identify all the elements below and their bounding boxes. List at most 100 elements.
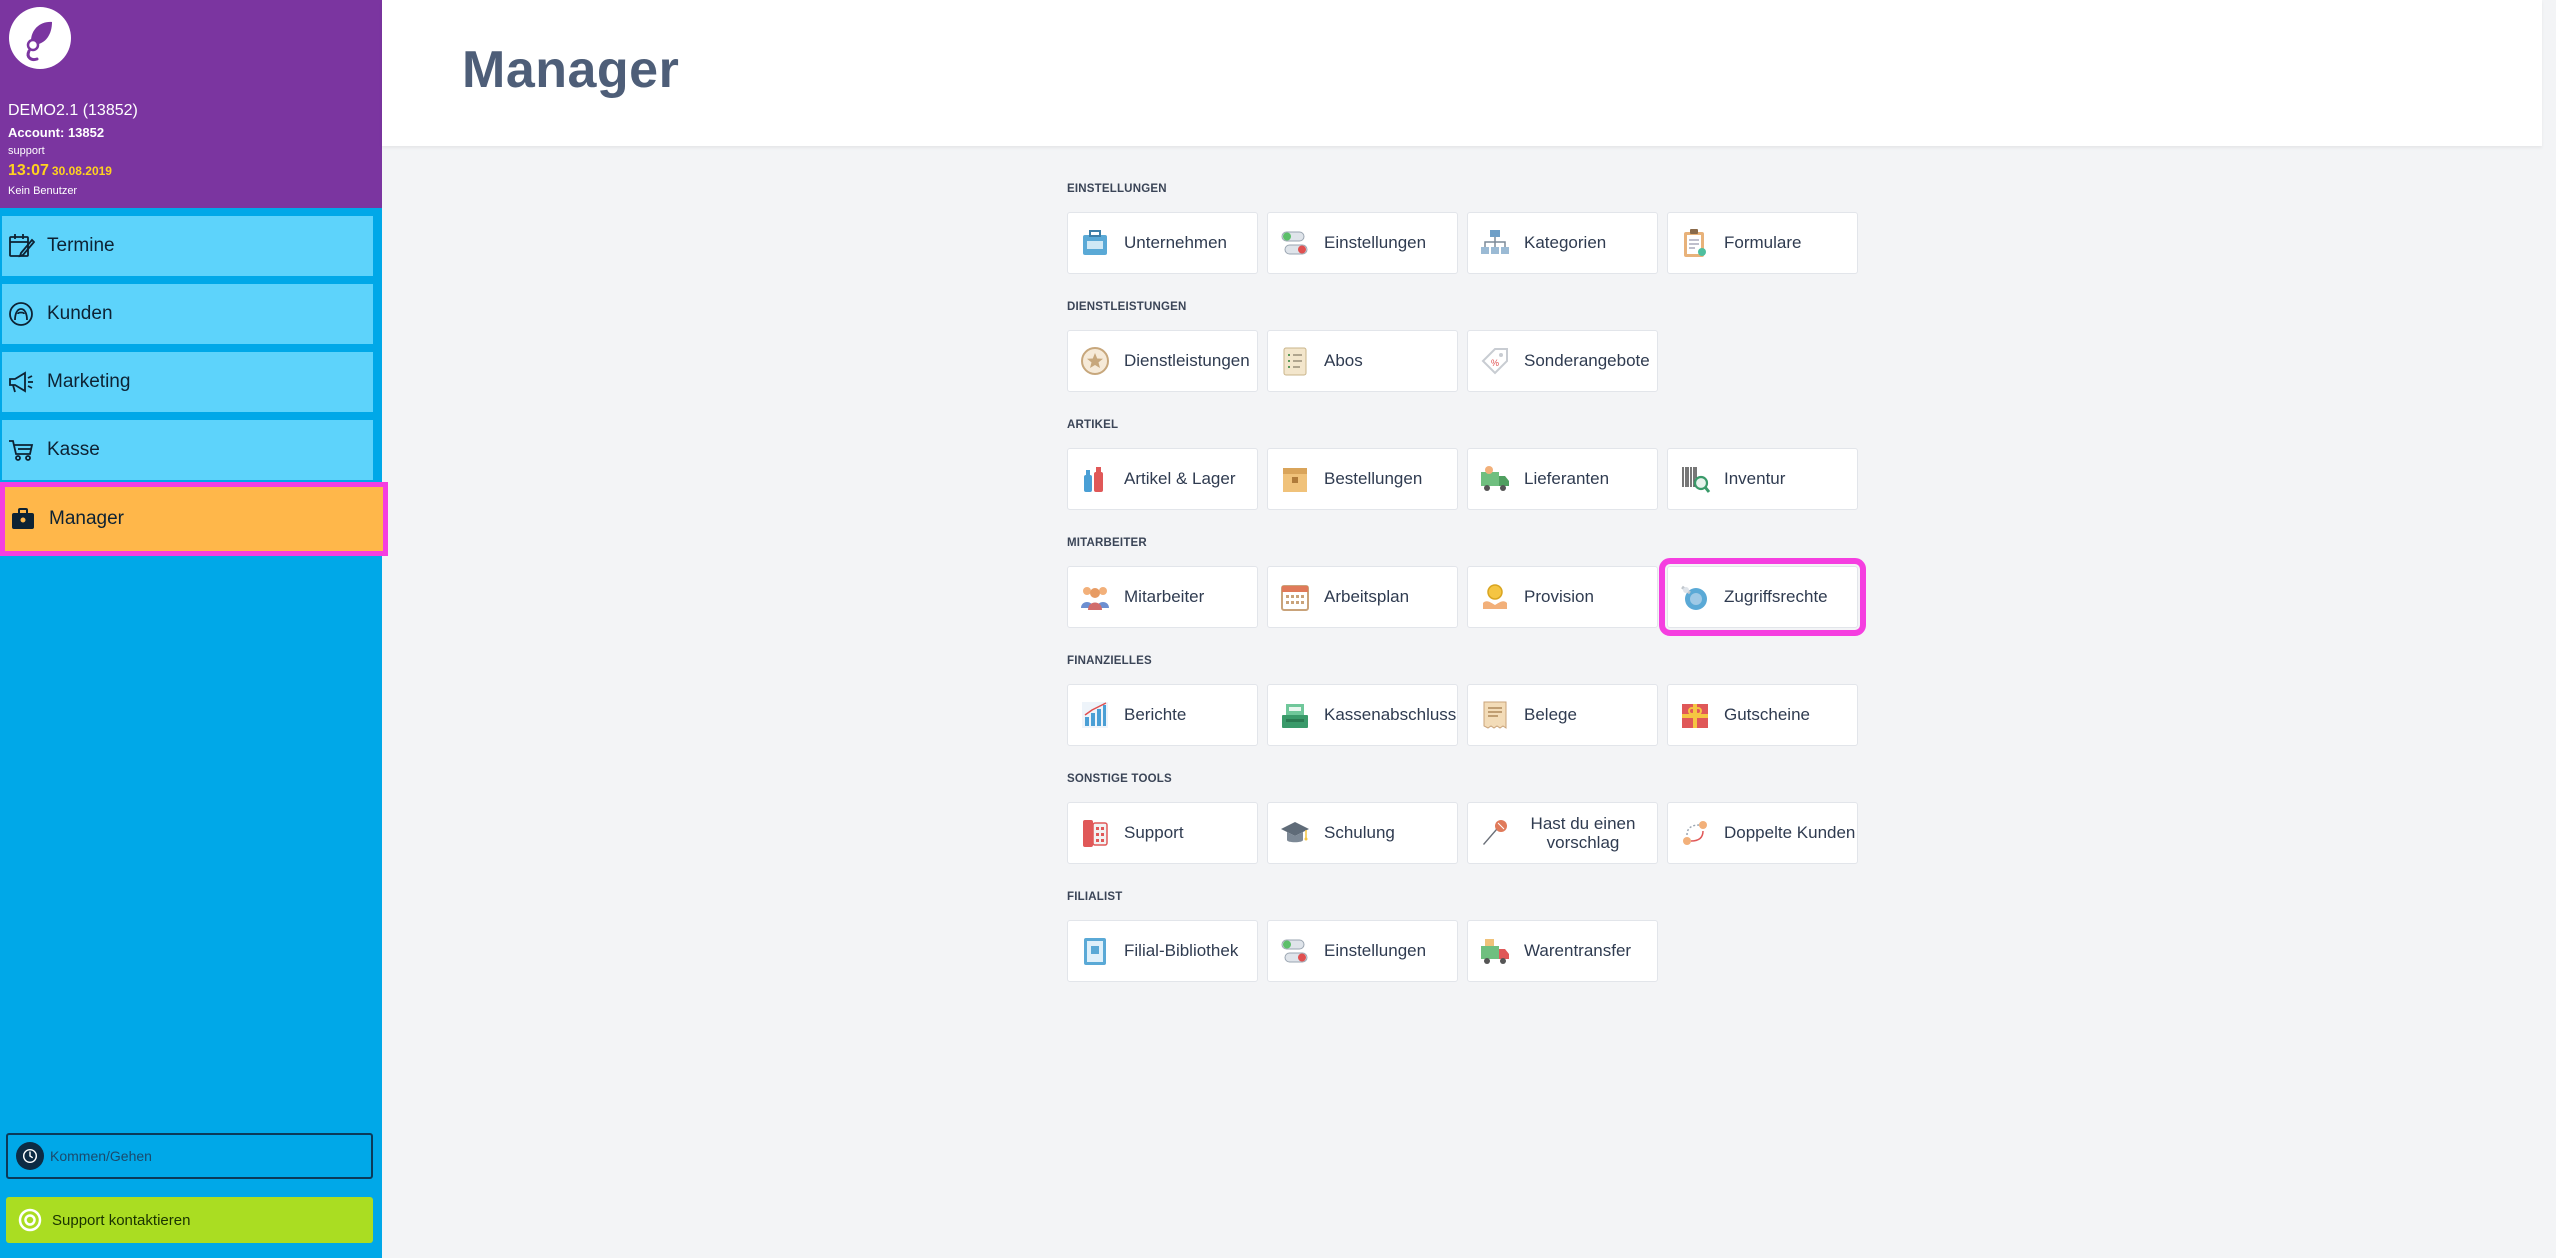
support-contact-label: Support kontaktieren	[52, 1211, 191, 1229]
tile-label: Belege	[1524, 705, 1577, 724]
page-title: Manager	[462, 41, 680, 99]
nav-label: Marketing	[47, 371, 131, 392]
tile-zugriffsrechte[interactable]: Zugriffsrechte	[1659, 558, 1866, 636]
manager-menu: EINSTELLUNGEN Unternehmen Einstellungen …	[1067, 182, 1867, 1008]
key-lock-icon	[1679, 581, 1711, 613]
tile-filial-bibliothek[interactable]: Filial-Bibliothek	[1067, 920, 1258, 982]
section-sonstige-tools: SONSTIGE TOOLS Support Schulung Hast du …	[1067, 772, 1867, 864]
nav-label: Kunden	[47, 303, 113, 324]
kommen-gehen-button[interactable]: Kommen/Gehen	[6, 1133, 373, 1179]
coin-hand-icon	[1479, 581, 1511, 613]
kommen-gehen-label: Kommen/Gehen	[50, 1148, 152, 1164]
nav-item-kunden[interactable]: Kunden	[2, 284, 373, 344]
tile-schulung[interactable]: Schulung	[1267, 802, 1458, 864]
tile-inventur[interactable]: Inventur	[1667, 448, 1858, 510]
hierarchy-icon	[1479, 227, 1511, 259]
tile-label: Unternehmen	[1124, 233, 1228, 252]
tile-belege[interactable]: Belege	[1467, 684, 1658, 746]
tile-label: Lieferanten	[1524, 469, 1610, 488]
customer-icon	[7, 300, 35, 328]
tile-label: Berichte	[1124, 705, 1187, 724]
tile-formulare[interactable]: Formulare	[1667, 212, 1858, 274]
sidebar: DEMO2.1 (13852) Account: 13852 support 1…	[0, 0, 388, 1258]
bottles-icon	[1079, 463, 1111, 495]
tile-label: Provision	[1524, 587, 1594, 606]
clock-icon	[16, 1142, 44, 1170]
tile-provision[interactable]: Provision	[1467, 566, 1658, 628]
gift-voucher-icon	[1679, 699, 1711, 731]
tile-bestellungen[interactable]: Bestellungen	[1267, 448, 1458, 510]
account-number: Account: 13852	[8, 125, 105, 140]
tile-kassenabschluss[interactable]: Kassenabschluss	[1267, 684, 1458, 746]
tile-einstellungen[interactable]: Einstellungen	[1267, 212, 1458, 274]
briefcase-icon	[9, 505, 37, 533]
tile-label: Bestellungen	[1324, 469, 1423, 488]
nav-item-marketing[interactable]: Marketing	[2, 352, 373, 412]
tile-arbeitsplan[interactable]: Arbeitsplan	[1267, 566, 1458, 628]
user-status: Kein Benutzer	[8, 185, 78, 197]
app-logo[interactable]	[9, 7, 71, 69]
tile-sonderangebote[interactable]: % Sonderangebote	[1467, 330, 1658, 392]
clock-date: 30.08.2019	[51, 164, 112, 178]
tile-filial-einstellungen[interactable]: Einstellungen	[1267, 920, 1458, 982]
current-login: support	[8, 145, 45, 157]
section-filialist: FILIALIST Filial-Bibliothek Einstellunge…	[1067, 890, 1867, 982]
tile-label: Gutscheine	[1724, 705, 1810, 724]
tile-label: Dienstleistungen	[1124, 351, 1250, 370]
section-title: DIENSTLEISTUNGEN	[1067, 301, 1187, 313]
tile-label: Arbeitsplan	[1324, 587, 1410, 606]
cash-register-icon	[1279, 699, 1311, 731]
tile-dienstleistungen[interactable]: Dienstleistungen	[1067, 330, 1258, 392]
toggles-icon	[1279, 227, 1311, 259]
tile-kategorien[interactable]: Kategorien	[1467, 212, 1658, 274]
tile-artikel-lager[interactable]: Artikel & Lager	[1067, 448, 1258, 510]
tile-vorschlag[interactable]: Hast du einen vorschlag	[1467, 802, 1658, 864]
library-icon	[1079, 935, 1111, 967]
nav-item-manager[interactable]: Manager	[0, 482, 388, 556]
tile-berichte[interactable]: Berichte	[1067, 684, 1258, 746]
section-dienstleistungen: DIENSTLEISTUNGEN Dienstleistungen Abos %…	[1067, 300, 1867, 392]
clock-time: 13:07	[8, 162, 49, 179]
tile-label: Kategorien	[1524, 233, 1607, 252]
nav-item-kasse[interactable]: Kasse	[2, 420, 373, 480]
nav-item-termine[interactable]: Termine	[2, 216, 373, 276]
barcode-search-icon	[1679, 463, 1711, 495]
calendar-pen-icon	[7, 232, 35, 260]
tile-label: Support	[1124, 823, 1184, 842]
svg-text:%: %	[1491, 358, 1499, 368]
nav-label: Kasse	[47, 439, 100, 460]
tile-label: Schulung	[1324, 823, 1395, 842]
receipt-icon	[1479, 699, 1511, 731]
team-icon	[1079, 581, 1111, 613]
nav-label: Manager	[49, 508, 124, 529]
tile-label: Inventur	[1724, 469, 1786, 488]
tile-doppelte-kunden[interactable]: Doppelte Kunden	[1667, 802, 1858, 864]
tile-support[interactable]: Support	[1067, 802, 1258, 864]
lifebuoy-icon	[17, 1207, 43, 1233]
tile-label: Mitarbeiter	[1124, 587, 1205, 606]
tile-abos[interactable]: Abos	[1267, 330, 1458, 392]
tile-label: Hast du einen vorschlag	[1530, 814, 1636, 852]
tile-lieferanten[interactable]: Lieferanten	[1467, 448, 1658, 510]
tile-label: Formulare	[1724, 233, 1802, 252]
microphone-icon	[1479, 817, 1511, 849]
tile-gutscheine[interactable]: Gutscheine	[1667, 684, 1858, 746]
support-contact-button[interactable]: Support kontaktieren	[6, 1197, 373, 1243]
tile-label: Kassenabschluss	[1324, 705, 1457, 724]
toggles-icon	[1279, 935, 1311, 967]
tile-label: Zugriffsrechte	[1724, 587, 1828, 606]
delivery-truck-icon	[1479, 463, 1511, 495]
clock: 13:07 30.08.2019	[8, 162, 112, 180]
tile-label: Filial-Bibliothek	[1124, 941, 1239, 960]
section-artikel: ARTIKEL Artikel & Lager Bestellungen Lie…	[1067, 418, 1867, 510]
account-name: DEMO2.1 (13852)	[8, 102, 138, 119]
tile-label: Einstellungen	[1324, 233, 1427, 252]
tile-mitarbeiter[interactable]: Mitarbeiter	[1067, 566, 1258, 628]
tile-unternehmen[interactable]: Unternehmen	[1067, 212, 1258, 274]
price-tag-icon: %	[1479, 345, 1511, 377]
tile-label: Artikel & Lager	[1124, 469, 1236, 488]
section-title: SONSTIGE TOOLS	[1067, 773, 1172, 785]
tile-warentransfer[interactable]: Warentransfer	[1467, 920, 1658, 982]
nav-label: Termine	[47, 235, 115, 256]
tile-label: Abos	[1324, 351, 1363, 370]
